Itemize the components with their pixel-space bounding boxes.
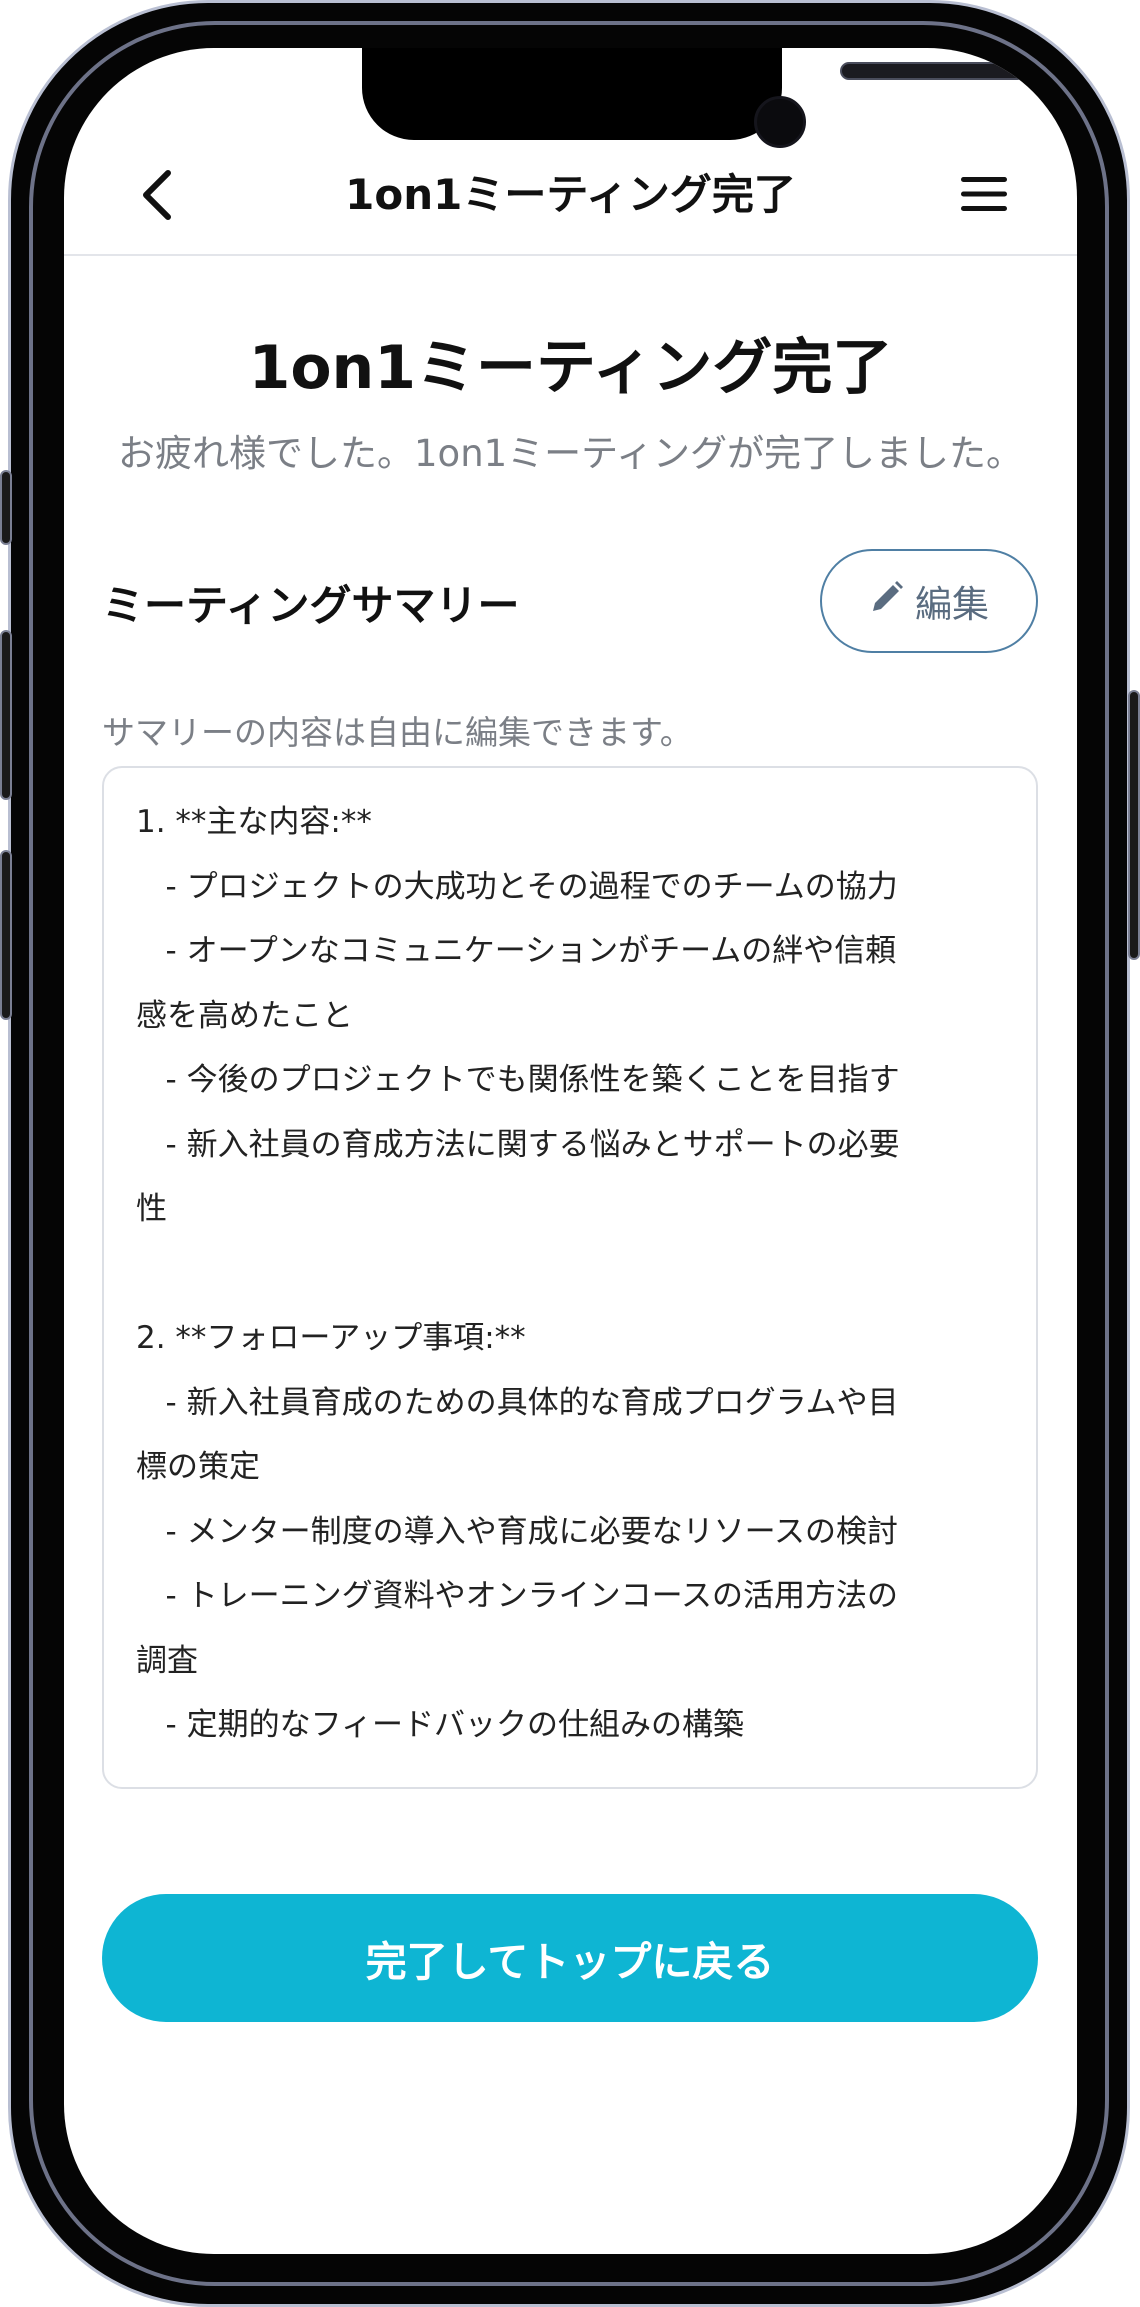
header-title: 1on1ミーティング完了 <box>345 170 796 219</box>
summary-line: - 今後のプロジェクトでも関係性を築くことを目指す <box>136 1062 900 1098</box>
edit-button[interactable]: 編集 <box>820 549 1038 653</box>
complete-and-return-button[interactable]: 完了してトップに戻る <box>102 1894 1038 2022</box>
summary-line: 2. **フォローアップ事項:** <box>136 1320 526 1356</box>
volume-up-button <box>0 630 12 800</box>
summary-heading: ミーティングサマリー <box>102 581 520 630</box>
notch <box>362 48 1026 148</box>
page-title: 1on1ミーティング完了 <box>248 333 893 403</box>
summary-line: - オープンなコミュニケーションがチームの絆や信頼 <box>136 933 897 969</box>
summary-line: - 新入社員育成のための具体的な育成プログラムや目 <box>136 1384 899 1421</box>
top-app-bar: 1on1ミーティング完了 <box>64 140 1077 256</box>
summary-line: - 定期的なフィードバックの仕組みの構築 <box>136 1707 744 1743</box>
pencil-icon <box>869 579 905 624</box>
edit-button-label: 編集 <box>915 583 989 626</box>
back-button[interactable] <box>130 162 184 232</box>
summary-helper-text: サマリーの内容は自由に編集できます。 <box>102 713 693 752</box>
chevron-left-icon <box>140 169 174 225</box>
summary-line <box>136 1242 1008 1307</box>
hamburger-menu-icon <box>959 174 1009 218</box>
mute-switch <box>0 470 12 545</box>
summary-line: - 新入社員の育成方法に関する悩みとサポートの必要 <box>136 1126 900 1163</box>
summary-line: - メンター制度の導入や育成に必要なリソースの検討 <box>136 1513 899 1550</box>
summary-line: 性 <box>136 1191 167 1227</box>
summary-line: 1. **主な内容:** <box>136 804 372 840</box>
power-button <box>1128 690 1140 960</box>
summary-textarea[interactable]: 1. **主な内容:** - プロジェクトの大成功とその過程でのチームの協力 -… <box>102 766 1038 1789</box>
menu-button[interactable] <box>956 168 1012 224</box>
summary-line: 調査 <box>136 1642 198 1679</box>
speaker-grille <box>840 62 1026 80</box>
summary-line: - トレーニング資料やオンラインコースの活用方法の <box>136 1578 899 1614</box>
volume-down-button <box>0 850 12 1020</box>
app-screen: 1on1ミーティング完了 1on1ミーティング完了 お疲れ様でした。1on1ミー… <box>64 48 1077 2254</box>
summary-line: 標の策定 <box>136 1449 260 1485</box>
page-subtitle: お疲れ様でした。1on1ミーティングが完了しました。 <box>118 432 1023 475</box>
summary-line: - プロジェクトの大成功とその過程でのチームの協力 <box>136 868 898 905</box>
summary-line: 感を高めたこと <box>136 997 353 1034</box>
